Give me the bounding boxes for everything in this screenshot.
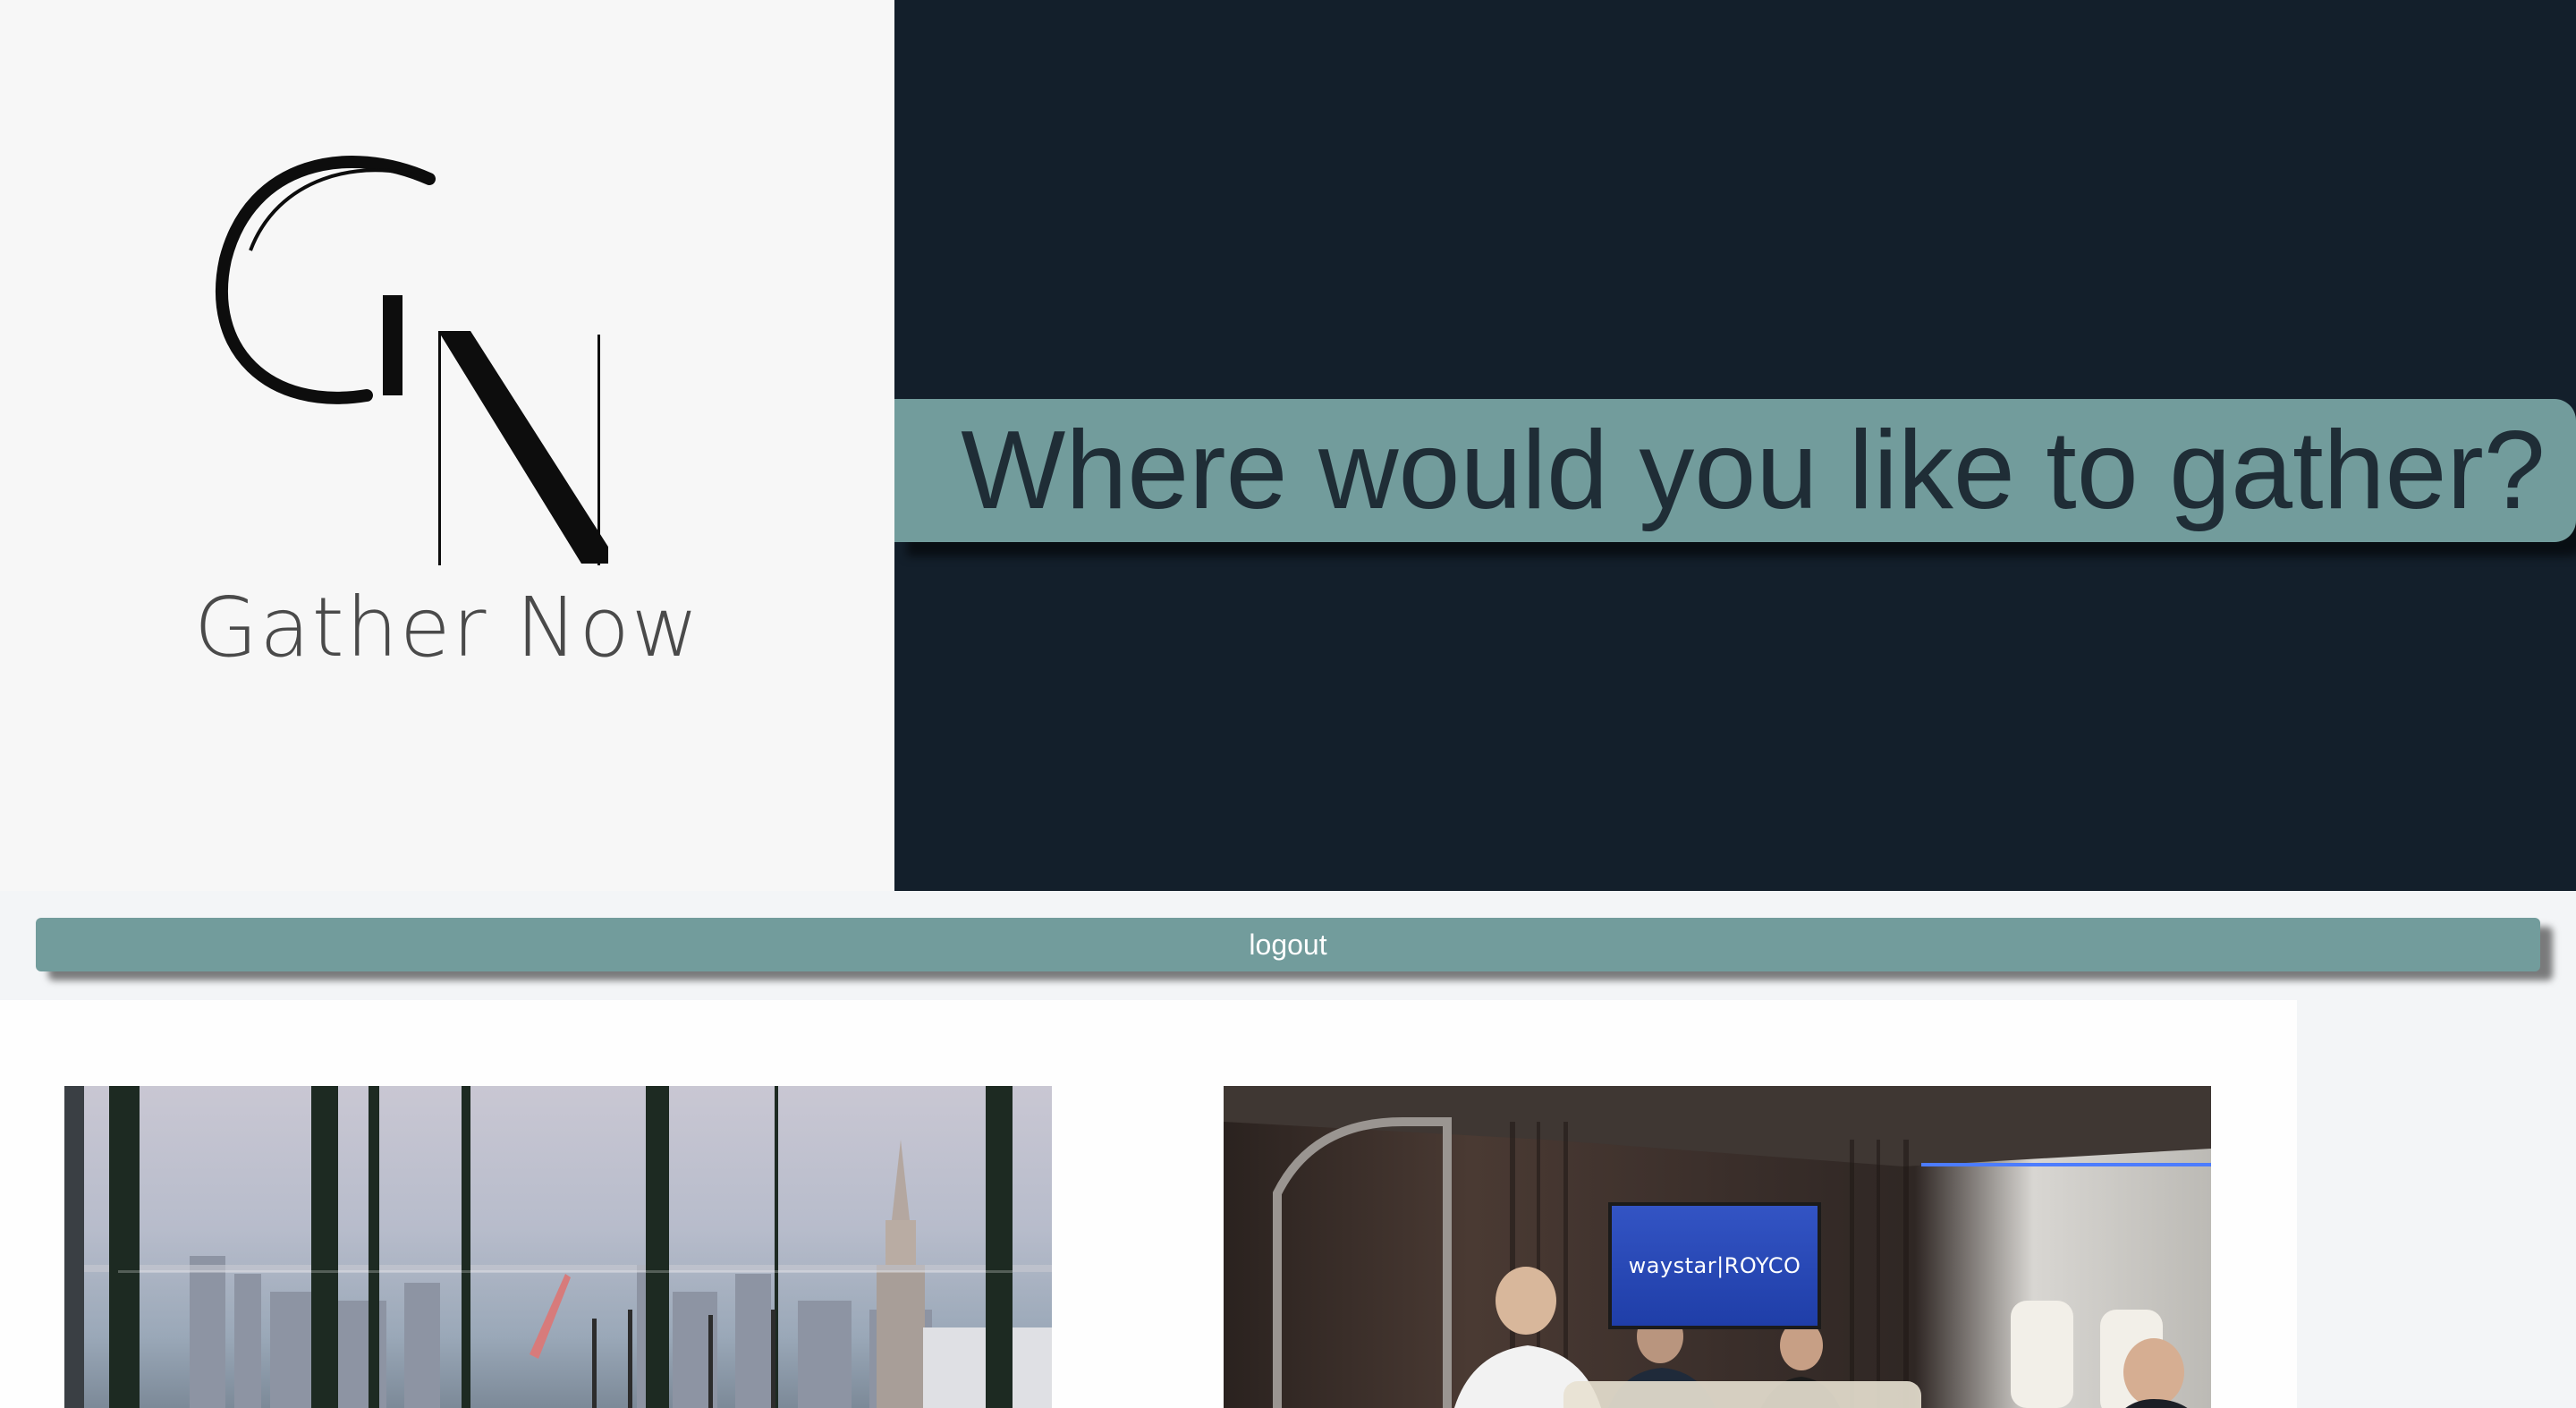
hero-title: Where would you like to gather? [961,409,2546,532]
page: Gather Now Where would you like to gathe… [0,0,2576,1408]
gather-now-logo [216,156,608,565]
logout-button[interactable]: logout [36,918,2540,971]
cabin-screen: waystar|ROYCO [1608,1202,1821,1329]
hero-banner: Where would you like to gather? [894,0,2576,891]
venue-card-jet-interior[interactable]: waystar|ROYCO [1224,1086,2211,1408]
city-skyline-image [64,1086,1052,1408]
logout-label: logout [1249,928,1327,961]
logo-panel: Gather Now [0,0,894,891]
venue-card-city-skyline[interactable] [64,1086,1052,1408]
venue-gallery: waystar|ROYCO [0,1000,2297,1408]
cabin-screen-text: waystar|ROYCO [1628,1253,1801,1278]
logo-wordmark: Gather Now [193,580,701,675]
hero-title-band: Where would you like to gather? [894,399,2576,542]
